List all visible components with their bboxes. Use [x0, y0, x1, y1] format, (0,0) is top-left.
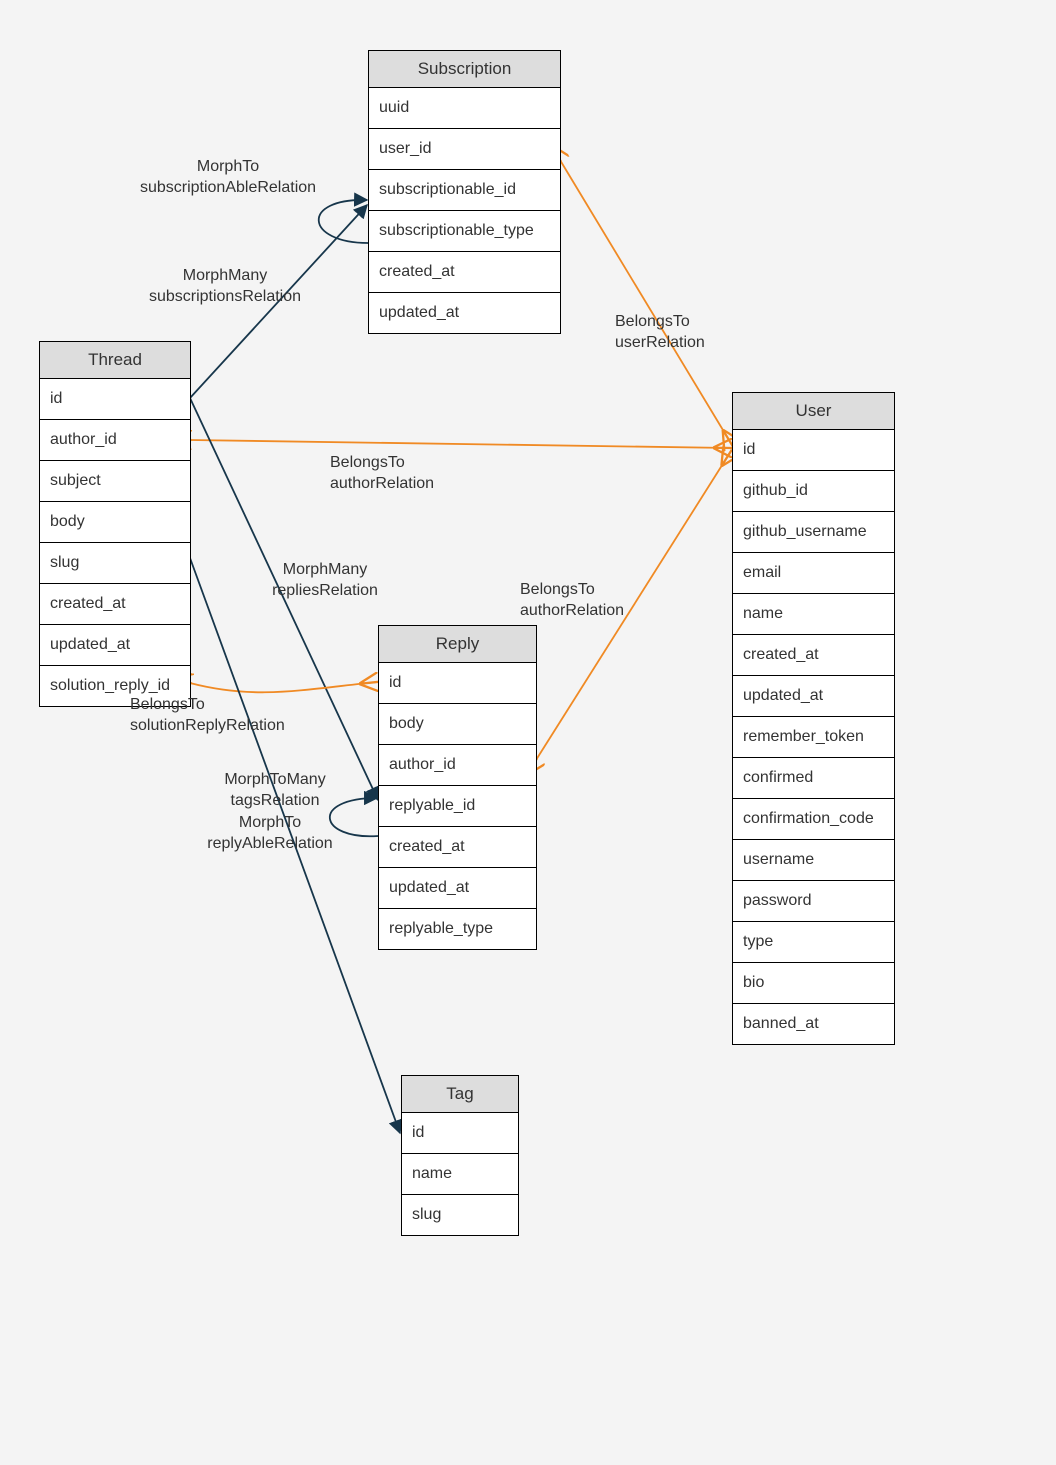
field-row: password — [733, 880, 894, 921]
entity-subscription: Subscription uuid user_id subscriptionab… — [368, 50, 561, 334]
field-row: username — [733, 839, 894, 880]
entity-header: Reply — [379, 626, 536, 663]
field-row: banned_at — [733, 1003, 894, 1044]
relation-label: BelongsTo userRelation — [615, 312, 765, 354]
field-row: confirmed — [733, 757, 894, 798]
entity-user: User id github_id github_username email … — [732, 392, 895, 1045]
field-row: subscriptionable_type — [369, 210, 560, 251]
entity-header: Thread — [40, 342, 190, 379]
field-row: replyable_id — [379, 785, 536, 826]
field-row: id — [40, 379, 190, 419]
field-row: user_id — [369, 128, 560, 169]
field-row: bio — [733, 962, 894, 1003]
field-row: updated_at — [733, 675, 894, 716]
field-row: updated_at — [369, 292, 560, 333]
field-row: replyable_type — [379, 908, 536, 949]
field-row: name — [402, 1153, 518, 1194]
field-row: created_at — [40, 583, 190, 624]
field-row: created_at — [369, 251, 560, 292]
field-row: github_id — [733, 470, 894, 511]
relation-label: MorphMany repliesRelation — [250, 560, 400, 602]
field-row: id — [733, 430, 894, 470]
field-row: subject — [40, 460, 190, 501]
field-row: id — [379, 663, 536, 703]
field-row: uuid — [369, 88, 560, 128]
relation-label: MorphMany subscriptionsRelation — [115, 266, 335, 308]
relation-label: MorphToMany tagsRelation — [195, 770, 355, 812]
entity-reply: Reply id body author_id replyable_id cre… — [378, 625, 537, 950]
field-row: id — [402, 1113, 518, 1153]
entity-thread: Thread id author_id subject body slug cr… — [39, 341, 191, 707]
field-row: author_id — [379, 744, 536, 785]
field-row: author_id — [40, 419, 190, 460]
er-diagram-canvas: Subscription uuid user_id subscriptionab… — [0, 0, 1056, 1465]
field-row: type — [733, 921, 894, 962]
relation-label: BelongsTo authorRelation — [520, 580, 660, 622]
entity-header: User — [733, 393, 894, 430]
field-row: created_at — [379, 826, 536, 867]
entity-header: Subscription — [369, 51, 560, 88]
field-row: email — [733, 552, 894, 593]
field-row: slug — [402, 1194, 518, 1235]
relation-label: MorphTo subscriptionAbleRelation — [118, 157, 338, 199]
field-row: updated_at — [40, 624, 190, 665]
field-row: subscriptionable_id — [369, 169, 560, 210]
field-row: confirmation_code — [733, 798, 894, 839]
relation-label: MorphTo replyAbleRelation — [175, 813, 365, 855]
field-row: body — [40, 501, 190, 542]
field-row: created_at — [733, 634, 894, 675]
field-row: github_username — [733, 511, 894, 552]
entity-header: Tag — [402, 1076, 518, 1113]
relation-label: BelongsTo solutionReplyRelation — [130, 695, 330, 737]
field-row: remember_token — [733, 716, 894, 757]
field-row: updated_at — [379, 867, 536, 908]
field-row: body — [379, 703, 536, 744]
relation-label: BelongsTo authorRelation — [330, 453, 490, 495]
field-row: slug — [40, 542, 190, 583]
entity-tag: Tag id name slug — [401, 1075, 519, 1236]
field-row: name — [733, 593, 894, 634]
